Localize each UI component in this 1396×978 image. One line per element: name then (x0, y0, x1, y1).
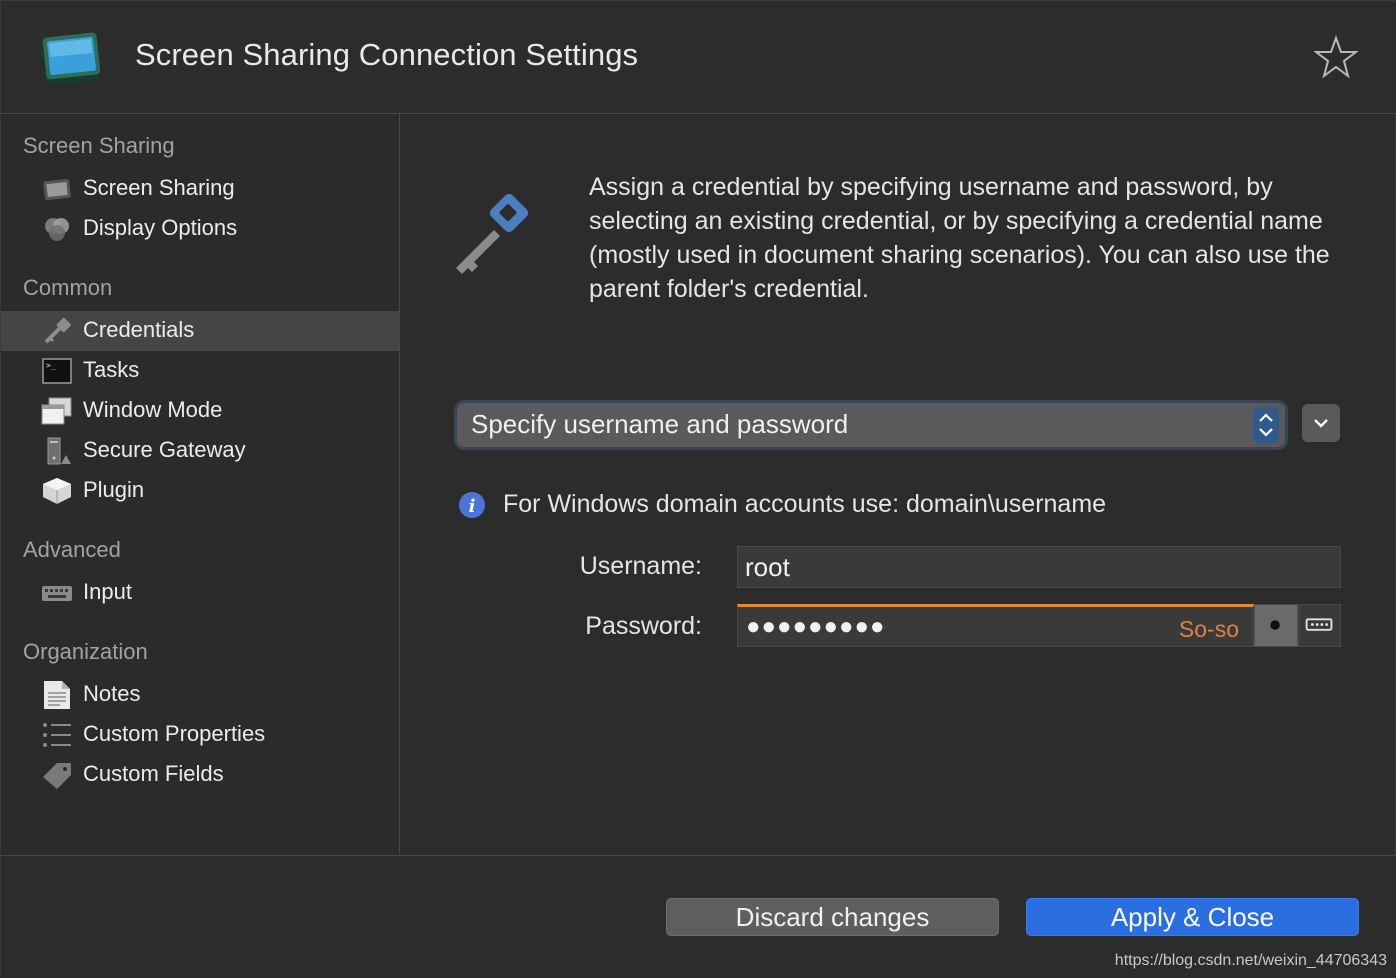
keyboard-icon (41, 579, 73, 607)
sidebar-item-label: Custom Properties (83, 721, 265, 747)
sidebar-item-label: Notes (83, 681, 140, 707)
info-icon: i (458, 491, 486, 519)
screen-sharing-icon (41, 175, 73, 203)
chevron-down-icon (1302, 404, 1340, 442)
sidebar-item-label: Plugin (83, 477, 144, 503)
credentials-panel: Assign a credential by specifying userna… (400, 114, 1396, 854)
password-label: Password: (502, 612, 702, 641)
sidebar-item-label: Custom Fields (83, 761, 224, 787)
window-title: Screen Sharing Connection Settings (135, 37, 638, 73)
reveal-password-button[interactable] (1254, 604, 1298, 647)
sidebar-item-label: Screen Sharing (83, 175, 235, 201)
terminal-icon: >_ (41, 357, 73, 385)
notes-icon (41, 681, 73, 709)
sidebar-item-credentials[interactable]: Credentials (1, 311, 399, 351)
key-icon (41, 317, 73, 345)
password-generator-button[interactable] (1298, 604, 1341, 647)
password-masked-value: ●●●●●●●●● (746, 613, 885, 641)
username-field[interactable] (737, 546, 1341, 588)
credentials-description: Assign a credential by specifying userna… (589, 170, 1359, 306)
discard-changes-button[interactable]: Discard changes (666, 898, 999, 936)
svg-text:>_: >_ (46, 361, 56, 370)
screen-sharing-app-icon (39, 31, 103, 87)
password-field[interactable]: ●●●●●●●●● So-so (737, 604, 1254, 647)
credential-mode-select[interactable]: Specify username and password (454, 400, 1288, 450)
svg-text:i: i (469, 496, 476, 517)
sidebar-item-notes[interactable]: Notes (1, 675, 399, 715)
apply-close-button[interactable]: Apply & Close (1026, 898, 1359, 936)
display-options-icon (41, 215, 73, 243)
domain-hint: For Windows domain accounts use: domain\… (503, 490, 1106, 519)
footer: Discard changes Apply & Close https://bl… (1, 855, 1396, 978)
password-field-icon (1299, 605, 1340, 646)
sidebar-item-label: Window Mode (83, 397, 222, 423)
sidebar-item-window-mode[interactable]: Window Mode (1, 391, 399, 431)
tag-icon (41, 761, 73, 789)
settings-window: Screen Sharing Connection Settings Scree… (0, 0, 1396, 976)
sidebar-item-label: Tasks (83, 357, 139, 383)
password-strength: So-so (1179, 616, 1239, 643)
sidebar: Screen Sharing Screen Sharing Display Op… (1, 114, 400, 854)
select-stepper-icon (1253, 407, 1279, 443)
secure-gateway-icon (41, 437, 73, 465)
credential-mode-value: Specify username and password (471, 409, 848, 440)
window-mode-icon (41, 397, 73, 425)
sidebar-item-secure-gateway[interactable]: Secure Gateway (1, 431, 399, 471)
list-icon (41, 721, 73, 749)
sidebar-item-label: Credentials (83, 317, 194, 343)
sidebar-item-input[interactable]: Input (1, 573, 399, 613)
section-heading-screen-sharing: Screen Sharing (23, 133, 175, 159)
sidebar-item-label: Input (83, 579, 132, 605)
header: Screen Sharing Connection Settings (1, 1, 1396, 114)
section-heading-organization: Organization (23, 639, 148, 665)
sidebar-item-custom-fields[interactable]: Custom Fields (1, 755, 399, 795)
sidebar-item-label: Secure Gateway (83, 437, 246, 463)
section-heading-common: Common (23, 275, 112, 301)
section-heading-advanced: Advanced (23, 537, 121, 563)
sidebar-item-custom-properties[interactable]: Custom Properties (1, 715, 399, 755)
credential-menu-button[interactable] (1302, 404, 1340, 442)
watermark: https://blog.csdn.net/weixin_44706343 (1115, 952, 1387, 970)
sidebar-item-plugin[interactable]: Plugin (1, 471, 399, 511)
username-input[interactable] (738, 547, 1340, 587)
dot-icon (1255, 605, 1297, 646)
sidebar-item-display-options[interactable]: Display Options (1, 209, 399, 249)
username-label: Username: (502, 552, 702, 581)
credential-mode-popup[interactable]: Specify username and password (457, 403, 1285, 447)
plugin-icon (41, 477, 73, 505)
sidebar-item-screen-sharing[interactable]: Screen Sharing (1, 169, 399, 209)
sidebar-item-label: Display Options (83, 215, 237, 241)
credential-key-icon (446, 192, 534, 280)
favorite-star-icon[interactable] (1314, 35, 1358, 79)
sidebar-item-tasks[interactable]: >_ Tasks (1, 351, 399, 391)
